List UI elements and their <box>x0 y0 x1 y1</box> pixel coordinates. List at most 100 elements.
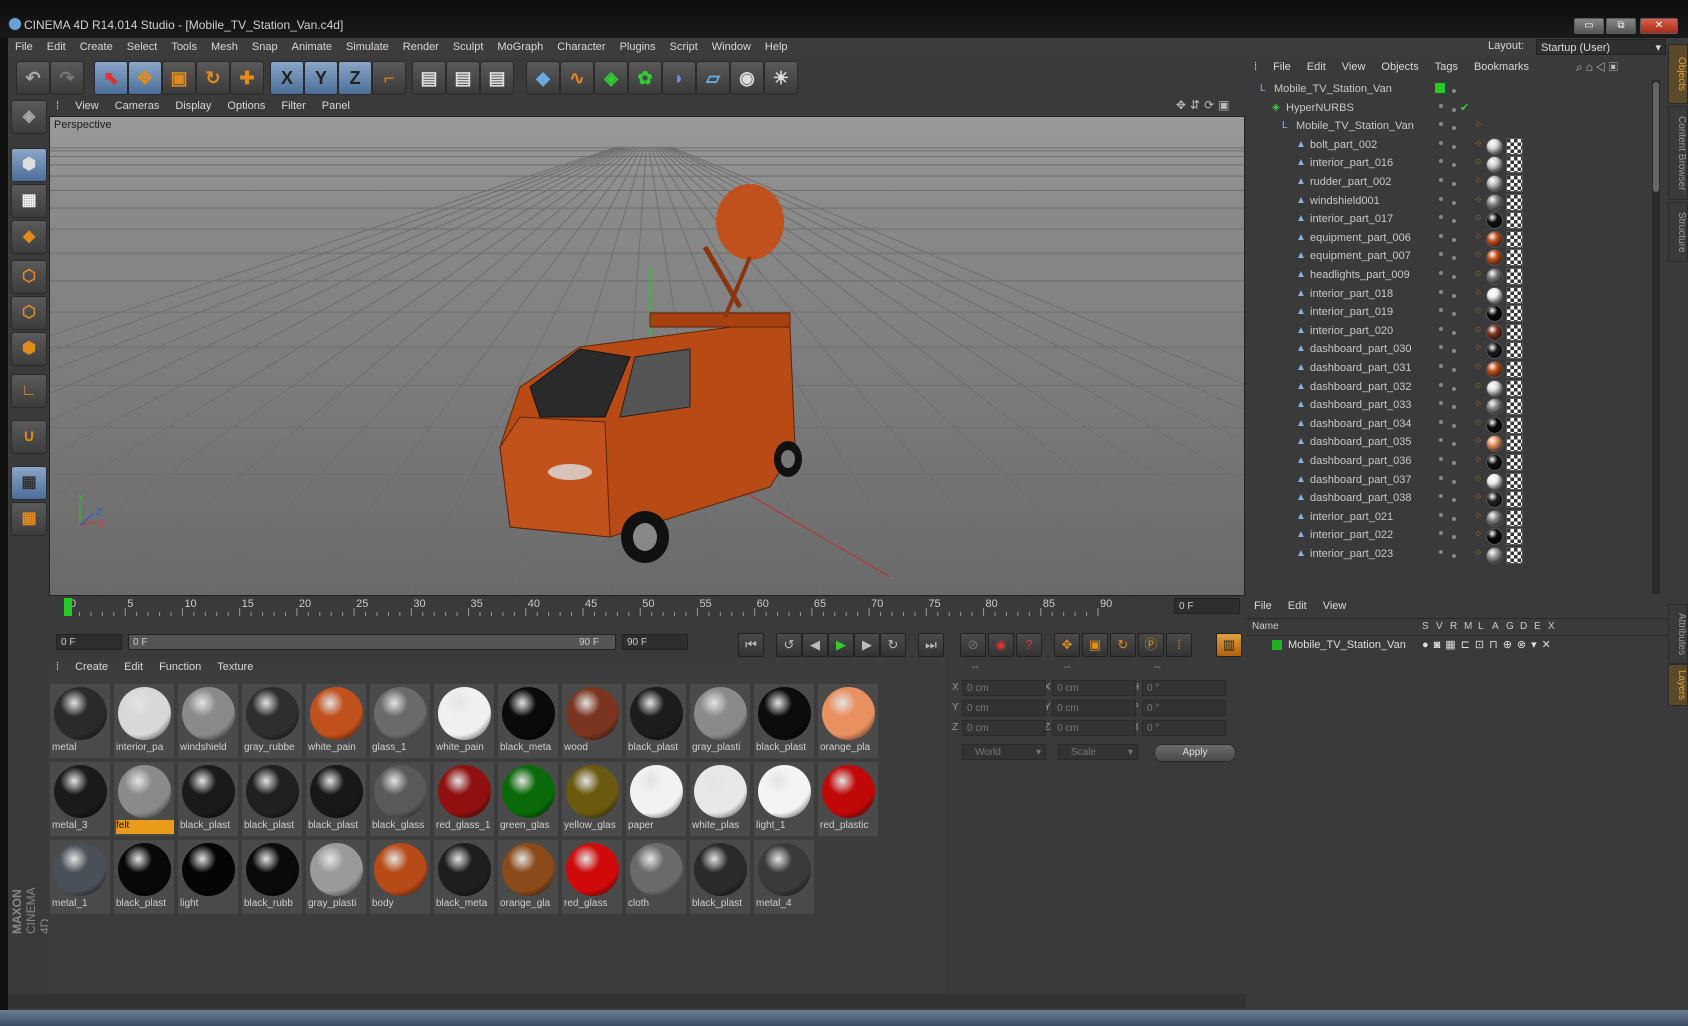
object-row[interactable]: ▲ dashboard_part_035 ⁘ <box>1246 433 1646 453</box>
uvw-tag-icon[interactable] <box>1506 268 1523 285</box>
check-icon[interactable]: ✔ <box>1460 101 1469 114</box>
undo-icon[interactable]: ↶ <box>16 61 50 95</box>
material-swatch[interactable]: black_plast <box>242 762 302 836</box>
render-picture-viewer-icon[interactable]: ▤ <box>446 61 480 95</box>
y-axis-icon[interactable]: Y <box>304 61 338 95</box>
object-row[interactable]: ▲ interior_part_020 ⁘ <box>1246 322 1646 341</box>
render-settings-icon[interactable]: ▤ <box>480 61 514 95</box>
phong-tag-icon[interactable]: ⁘ <box>1474 456 1484 466</box>
material-swatch[interactable]: felt <box>114 762 174 836</box>
material-swatch[interactable]: orange_pla <box>818 684 878 758</box>
magnet-snap-icon[interactable]: ∪ <box>11 420 47 454</box>
editor-visibility-dot[interactable] <box>1439 419 1443 424</box>
object-menu-view[interactable]: View <box>1334 58 1374 76</box>
render-visibility-dot[interactable] <box>1452 144 1456 149</box>
render-visibility-dot[interactable] <box>1452 89 1456 93</box>
next-frame-icon[interactable]: ▶ <box>854 633 880 657</box>
material-swatch[interactable]: red_glass <box>562 840 622 914</box>
material-swatch[interactable]: white_pain <box>306 684 366 758</box>
material-menu-edit[interactable]: Edit <box>116 658 151 676</box>
material-tag-icon[interactable] <box>1486 249 1503 267</box>
object-row[interactable]: ▲ dashboard_part_031 ⁘ <box>1246 359 1646 378</box>
uvw-tag-icon[interactable] <box>1506 528 1523 546</box>
sculpt-mode-icon[interactable]: ◈ <box>11 100 47 134</box>
render-visibility-dot[interactable] <box>1452 368 1456 372</box>
nurbs-icon[interactable]: ◈ <box>594 61 628 95</box>
uvw-tag-icon[interactable] <box>1506 435 1523 453</box>
timeline-ruler[interactable]: 0 5 10 15 20 25 30 35 40 45 50 55 60 65 70 75 80 85 90 <box>58 596 1170 616</box>
phong-tag-icon[interactable]: ⁘ <box>1474 232 1484 243</box>
uvw-tag-icon[interactable] <box>1506 509 1523 527</box>
phong-tag-icon[interactable]: ⁘ <box>1474 214 1484 224</box>
phong-tag-icon[interactable]: ⁘ <box>1474 251 1484 261</box>
editor-visibility-dot[interactable] <box>1439 345 1443 350</box>
material-swatch[interactable]: black_plast <box>306 762 366 836</box>
render-visibility-dot[interactable] <box>1452 516 1456 521</box>
material-tag-icon[interactable] <box>1486 398 1503 416</box>
side-tab-content-browser[interactable]: Content Browser <box>1668 106 1688 200</box>
camera-icon[interactable]: ◉ <box>730 61 764 95</box>
object-row[interactable]: ▲ dashboard_part_030 ⁘ <box>1246 340 1646 360</box>
material-tag-icon[interactable] <box>1486 286 1503 304</box>
viewport-menu-filter[interactable]: Filter <box>273 98 313 114</box>
material-swatch[interactable]: green_glas <box>498 762 558 836</box>
layout-dropdown[interactable]: Startup (User) ▾ <box>1536 39 1666 55</box>
object-row[interactable]: L Mobile_TV_Station_Van <box>1246 80 1646 99</box>
rotation-key-icon[interactable]: ↻ <box>1110 633 1136 657</box>
render-visibility-dot[interactable] <box>1452 256 1456 261</box>
object-row[interactable]: ▲ interior_part_021 ⁘ <box>1246 508 1646 527</box>
layer-menu-view[interactable]: View <box>1315 600 1355 612</box>
maximize-button[interactable]: ⧉ <box>1606 18 1636 34</box>
points-mode-icon[interactable]: ⬡ <box>11 260 47 294</box>
menu-help[interactable]: Help <box>758 38 795 53</box>
editor-visibility-dot[interactable] <box>1439 178 1443 182</box>
edges-mode-icon[interactable]: ⬡ <box>11 296 47 330</box>
object-row[interactable]: ▲ interior_part_023 ⁘ <box>1246 545 1646 564</box>
coord-value-field[interactable]: 0 ° <box>1142 700 1226 716</box>
coord-value-field[interactable]: 0 cm <box>962 680 1046 696</box>
object-row[interactable]: ▲ dashboard_part_034 ⁘ <box>1246 415 1646 434</box>
editor-visibility-dot[interactable] <box>1439 233 1443 238</box>
object-menu-edit[interactable]: Edit <box>1299 58 1334 76</box>
coord-value-field[interactable]: 0 cm <box>1052 700 1136 716</box>
coord-value-field[interactable]: 0 ° <box>1142 720 1226 736</box>
keyframe-selection-icon[interactable]: ? <box>1016 633 1042 657</box>
menu-mesh[interactable]: Mesh <box>204 38 245 53</box>
material-menu-texture[interactable]: Texture <box>209 658 261 676</box>
parameter-key-icon[interactable]: Ⓟ <box>1138 633 1164 657</box>
grip-icon[interactable]: ⁞ <box>1246 58 1265 76</box>
play-icon[interactable]: ▶ <box>828 633 854 657</box>
material-menu-create[interactable]: Create <box>67 658 116 676</box>
end-frame-field[interactable]: 90 F <box>622 634 688 650</box>
rotate-icon[interactable]: ↻ <box>196 61 230 95</box>
material-swatch[interactable]: glass_1 <box>370 684 430 758</box>
phong-tag-icon[interactable]: ⁘ <box>1474 288 1484 299</box>
material-swatch[interactable]: black_plast <box>178 762 238 836</box>
editor-visibility-dot[interactable] <box>1439 550 1443 554</box>
material-tag-icon[interactable] <box>1486 454 1503 471</box>
phong-tag-icon[interactable]: ⁘ <box>1474 363 1484 373</box>
coord-value-field[interactable]: 0 ° <box>1142 680 1226 696</box>
material-swatch[interactable]: metal_3 <box>50 762 110 836</box>
autokey-icon[interactable]: ◉ <box>988 633 1014 657</box>
material-swatch[interactable]: metal_1 <box>50 840 110 914</box>
material-swatch[interactable]: black_plast <box>626 684 686 758</box>
menu-render[interactable]: Render <box>396 38 446 53</box>
go-to-end-icon[interactable]: ⏭ <box>918 633 944 657</box>
workplane-lock-icon[interactable]: ▦ <box>11 466 47 500</box>
material-swatch[interactable]: white_pain <box>434 684 494 758</box>
material-swatch[interactable]: metal_4 <box>754 840 814 914</box>
coord-value-field[interactable]: 0 cm <box>1052 720 1136 736</box>
editor-visibility-dot[interactable] <box>1439 196 1443 201</box>
uvw-tag-icon[interactable] <box>1506 212 1523 230</box>
phong-tag-icon[interactable]: ⁘ <box>1474 511 1484 522</box>
menu-edit[interactable]: Edit <box>40 38 73 53</box>
phong-tag-icon[interactable]: ⁘ <box>1474 418 1484 429</box>
layer-column-e[interactable]: E <box>1534 621 1541 632</box>
phong-tag-icon[interactable]: ⁘ <box>1474 530 1484 540</box>
menu-script[interactable]: Script <box>663 38 705 53</box>
render-visibility-dot[interactable] <box>1452 386 1456 391</box>
uvw-tag-icon[interactable] <box>1506 454 1523 471</box>
uvw-tag-icon[interactable] <box>1506 249 1523 267</box>
coordinate-mode-dropdown[interactable]: World ▾ <box>962 744 1046 760</box>
